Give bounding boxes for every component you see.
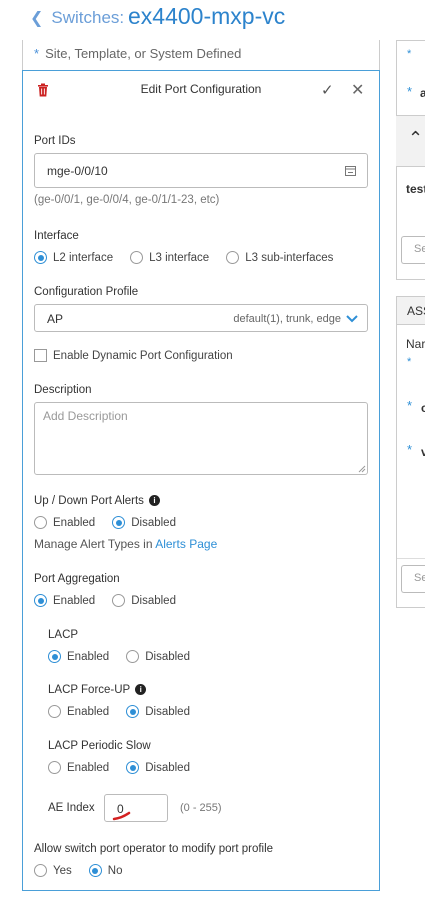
radio-l2-interface[interactable]: L2 interface	[34, 251, 113, 264]
radio-lacp-disabled[interactable]: Disabled	[126, 650, 190, 663]
radio-dot	[226, 251, 240, 264]
checkbox-box	[34, 349, 47, 362]
lacp-periodic-slow-label: LACP Periodic Slow	[48, 740, 151, 752]
right-item-a: a	[420, 86, 425, 100]
radio-aggregation-disabled[interactable]: Disabled	[112, 594, 176, 607]
port-aggregation-radio-group: Enabled Disabled	[34, 594, 193, 607]
radio-periodic-slow-disabled[interactable]: Disabled	[126, 761, 190, 774]
radio-dot	[126, 650, 140, 663]
right-item-test: test	[406, 182, 425, 196]
dynamic-port-checkbox[interactable]: Enable Dynamic Port Configuration	[34, 349, 233, 362]
radio-force-up-disabled[interactable]: Disabled	[126, 705, 190, 718]
radio-lacp-enabled[interactable]: Enabled	[48, 650, 109, 663]
radio-dot	[34, 864, 47, 877]
info-icon[interactable]: i	[148, 495, 160, 506]
config-profile-label: Configuration Profile	[34, 286, 139, 298]
right-collapse-bar[interactable]: ⌃	[396, 115, 425, 167]
back-to-switches-link[interactable]: ❮ Switches:	[30, 8, 124, 28]
port-alerts-label: Up / Down Port Alerts i	[34, 495, 160, 507]
asterisk-icon: *	[34, 46, 40, 61]
radio-operator-no[interactable]: No	[88, 864, 122, 877]
operator-modify-radio-group: Yes No	[34, 864, 139, 877]
asterisk-icon: *	[407, 48, 412, 60]
radio-dot	[48, 650, 61, 663]
operator-modify-label: Allow switch port operator to modify por…	[34, 843, 274, 855]
config-profile-select[interactable]: AP default(1), trunk, edge	[34, 304, 368, 332]
radio-dot	[112, 516, 126, 529]
port-ids-input[interactable]: mge-0/0/10	[34, 153, 368, 188]
lacp-periodic-slow-radio-group: Enabled Disabled	[48, 761, 207, 774]
radio-alerts-enabled[interactable]: Enabled	[34, 516, 95, 529]
ae-index-label: AE Index	[48, 802, 95, 814]
divider	[397, 558, 425, 559]
right-item-c: c	[421, 401, 425, 415]
radio-dot	[112, 594, 126, 607]
radio-dot	[34, 516, 47, 529]
port-aggregation-label: Port Aggregation	[34, 573, 120, 585]
panel-header: Edit Port Configuration ✓ ✕	[23, 71, 379, 109]
info-icon[interactable]: i	[135, 684, 147, 695]
right-name-label: Nar	[406, 337, 425, 351]
profile-detail: default(1), trunk, edge	[233, 313, 341, 325]
back-link-label: Switches:	[51, 8, 125, 27]
site-template-note: * Site, Template, or System Defined	[34, 46, 242, 61]
right-search-input-2[interactable]: Se	[401, 565, 425, 593]
ae-index-range: (0 - 255)	[180, 802, 222, 814]
radio-dot	[48, 705, 61, 718]
red-annotation-mark	[112, 811, 131, 821]
lacp-force-up-radio-group: Enabled Disabled	[48, 705, 207, 718]
right-search-input[interactable]: Se	[401, 236, 425, 264]
edit-port-config-panel: Edit Port Configuration ✓ ✕ Port IDs mge…	[22, 70, 380, 891]
port-ids-hint: (ge-0/0/1, ge-0/0/4, ge-0/1/1-23, etc)	[34, 194, 220, 206]
asterisk-icon: *	[407, 356, 412, 368]
port-ids-label: Port IDs	[34, 135, 76, 147]
manage-alert-types: Manage Alert Types in Alerts Page	[34, 537, 218, 551]
save-check-icon[interactable]: ✓	[321, 81, 334, 99]
asterisk-icon: *	[407, 442, 413, 457]
radio-dot	[126, 705, 140, 718]
right-column: * * a ⌃ test Se ASS Nar * * c * v Se	[396, 40, 425, 900]
radio-l3-interface[interactable]: L3 interface	[130, 251, 209, 264]
page-header: ❮ Switches: ex4400-mxp-vc	[0, 0, 425, 40]
alerts-page-link[interactable]: Alerts Page	[155, 537, 217, 551]
chevron-up-icon: ⌃	[408, 128, 424, 148]
lacp-label: LACP	[48, 629, 79, 641]
radio-dot	[48, 761, 61, 774]
right-section-header: ASS	[397, 297, 425, 325]
radio-dot	[34, 594, 47, 607]
radio-alerts-disabled[interactable]: Disabled	[112, 516, 176, 529]
close-icon[interactable]: ✕	[351, 80, 364, 100]
description-label: Description	[34, 384, 92, 396]
device-name-title: ex4400-mxp-vc	[128, 3, 286, 29]
radio-dot	[126, 761, 140, 774]
radio-dot	[88, 864, 102, 877]
radio-dot	[130, 251, 144, 264]
chevron-left-icon: ❮	[30, 10, 44, 27]
port-alerts-radio-group: Enabled Disabled	[34, 516, 193, 529]
lacp-radio-group: Enabled Disabled	[48, 650, 207, 663]
asterisk-icon: *	[407, 398, 413, 413]
radio-aggregation-enabled[interactable]: Enabled	[34, 594, 95, 607]
radio-operator-yes[interactable]: Yes	[34, 864, 72, 877]
interface-radio-group: L2 interface L3 interface L3 sub-interfa…	[34, 251, 350, 264]
lacp-force-up-label: LACP Force-UP i	[48, 684, 147, 696]
radio-l3-sub-interfaces[interactable]: L3 sub-interfaces	[226, 251, 333, 264]
chevron-down-icon	[346, 315, 358, 323]
asterisk-icon: *	[407, 84, 413, 99]
port-list-icon[interactable]	[345, 166, 356, 176]
radio-dot	[34, 251, 47, 264]
radio-periodic-slow-enabled[interactable]: Enabled	[48, 761, 109, 774]
resize-handle-icon[interactable]	[358, 465, 366, 473]
description-textarea[interactable]: Add Description	[34, 402, 368, 475]
right-item-v: v	[421, 445, 425, 459]
radio-force-up-enabled[interactable]: Enabled	[48, 705, 109, 718]
interface-label: Interface	[34, 230, 79, 242]
